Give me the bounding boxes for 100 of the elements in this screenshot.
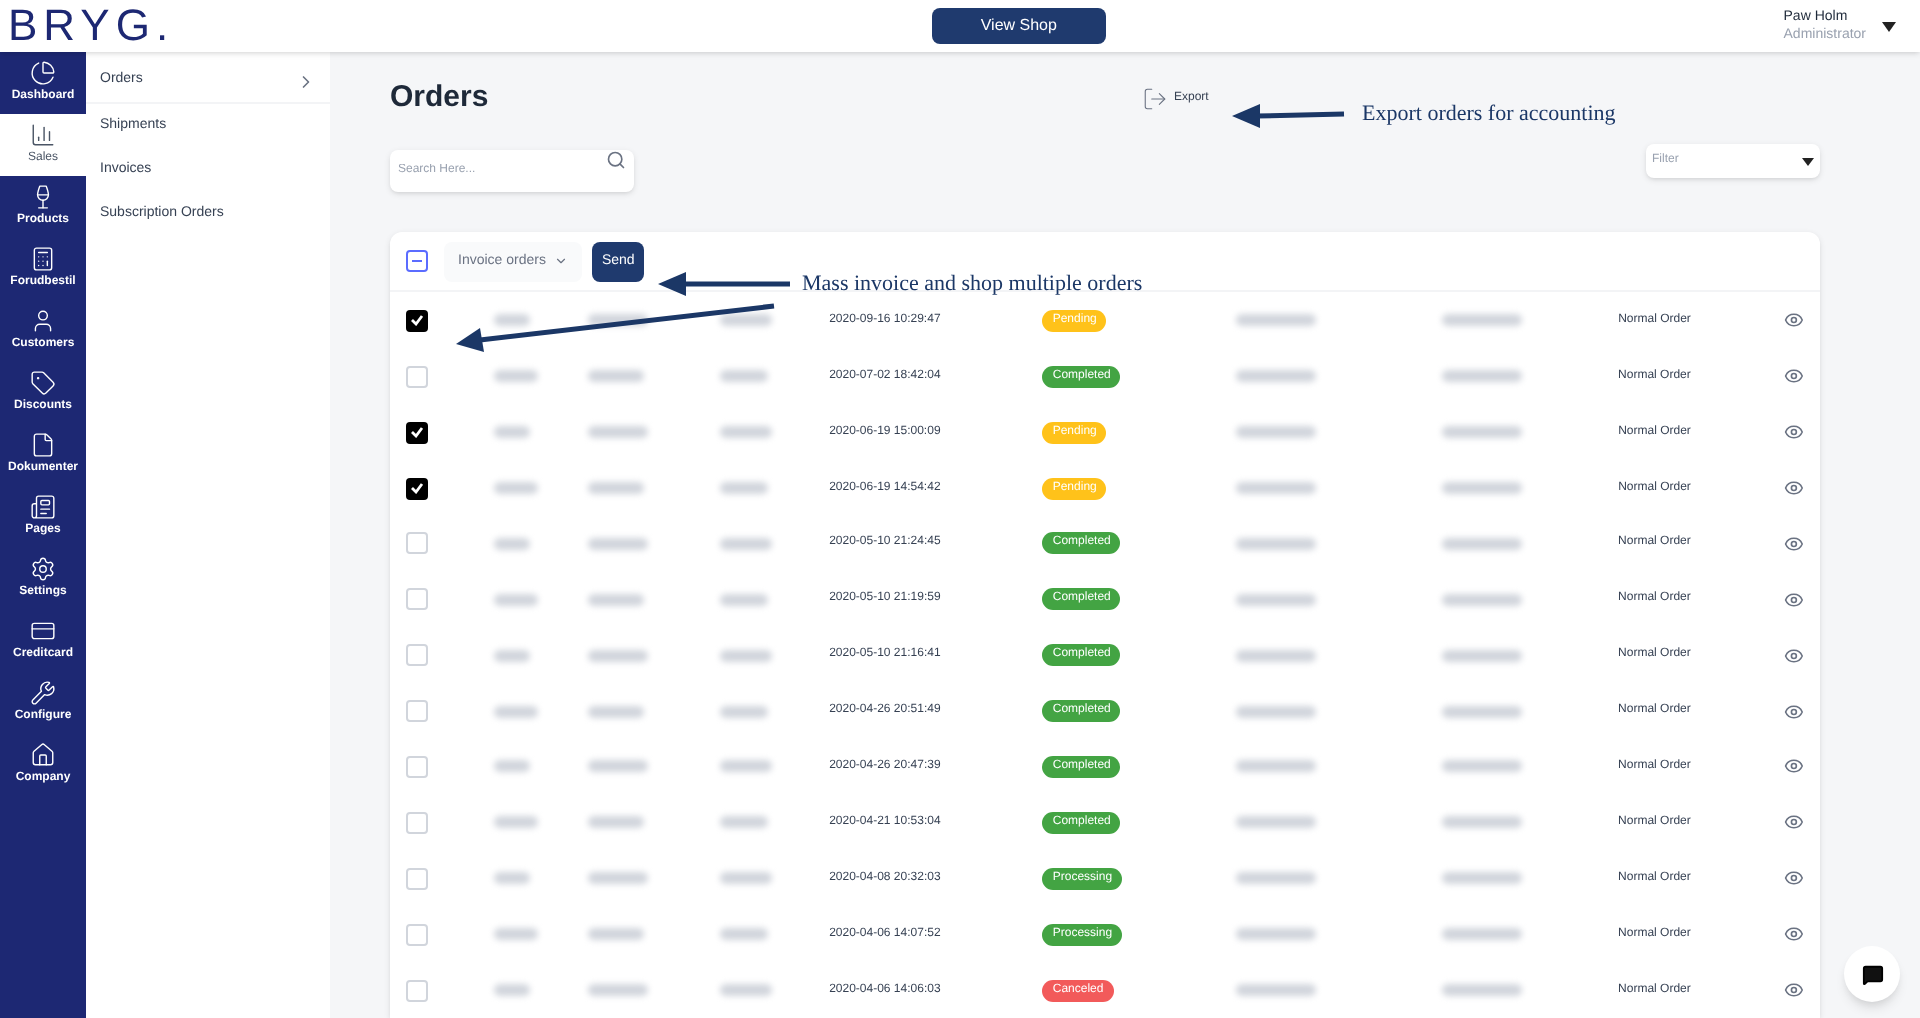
- blurred-text: [1236, 984, 1317, 997]
- row-checkbox[interactable]: [406, 811, 428, 834]
- blurred-text: [1442, 426, 1523, 439]
- blurred-text: [587, 593, 644, 606]
- blurred-text: [720, 928, 769, 941]
- wrench-icon: [30, 680, 56, 706]
- view-icon[interactable]: [1784, 533, 1804, 554]
- view-icon[interactable]: [1784, 645, 1804, 666]
- check-icon: [409, 426, 424, 439]
- blurred-text: [1442, 928, 1523, 941]
- annotation-text: Export orders for accounting: [1362, 100, 1616, 130]
- view-icon[interactable]: [1784, 924, 1804, 945]
- row-checkbox[interactable]: [406, 979, 428, 1002]
- blurred-text: [1236, 314, 1317, 327]
- blurred-text: [587, 872, 648, 885]
- blurred-text: [1442, 482, 1523, 495]
- view-icon[interactable]: [1784, 478, 1804, 499]
- blurred-text: [1442, 593, 1523, 606]
- blurred-text: [720, 537, 773, 550]
- tag-icon: [30, 370, 56, 396]
- annotation-arrow: [1232, 104, 1345, 128]
- row-checkbox[interactable]: [406, 421, 428, 444]
- annotation-text: Mass invoice and shop multiple orders: [802, 270, 1143, 300]
- blurred-text: [720, 872, 773, 885]
- blurred-text: [720, 705, 769, 718]
- blurred-text: [1236, 705, 1317, 718]
- blurred-text: [493, 537, 530, 550]
- blurred-text: [1236, 482, 1317, 495]
- blurred-text: [720, 816, 769, 829]
- row-checkbox[interactable]: [406, 309, 428, 332]
- blurred-text: [1236, 649, 1317, 662]
- blurred-text: [493, 593, 538, 606]
- blurred-text: [1442, 314, 1523, 327]
- blurred-text: [493, 705, 538, 718]
- view-icon[interactable]: [1784, 366, 1804, 387]
- blurred-text: [1442, 816, 1523, 829]
- blurred-text: [1236, 426, 1317, 439]
- row-checkbox[interactable]: [406, 532, 428, 555]
- calculator-icon: [30, 246, 56, 272]
- blurred-text: [493, 649, 530, 662]
- blurred-text: [493, 816, 538, 829]
- page-title: Orders: [390, 77, 491, 118]
- blurred-text: [587, 760, 648, 773]
- blurred-text: [493, 872, 530, 885]
- row-checkbox[interactable]: [406, 755, 428, 778]
- blurred-text: [1236, 593, 1317, 606]
- blurred-text: [587, 928, 644, 941]
- blurred-text: [493, 370, 538, 383]
- caret-icon: [1802, 157, 1814, 166]
- view-icon[interactable]: [1784, 589, 1804, 610]
- blurred-text: [1442, 537, 1523, 550]
- check-icon: [409, 482, 424, 495]
- row-checkbox[interactable]: [406, 700, 428, 723]
- settings-icon: [30, 556, 56, 582]
- home-icon: [30, 742, 56, 768]
- blurred-text: [493, 984, 530, 997]
- blurred-text: [1442, 872, 1523, 885]
- blurred-text: [1236, 928, 1317, 941]
- row-checkbox[interactable]: [406, 923, 428, 946]
- view-icon[interactable]: [1784, 701, 1804, 722]
- blurred-text: [720, 593, 769, 606]
- select-all-checkbox[interactable]: [406, 250, 428, 273]
- check-icon: [409, 314, 424, 327]
- search-icon: [606, 150, 626, 171]
- view-icon[interactable]: [1784, 756, 1804, 777]
- row-checkbox[interactable]: [406, 588, 428, 611]
- row-checkbox[interactable]: [406, 867, 428, 890]
- view-icon[interactable]: [1784, 812, 1804, 833]
- user-icon: [30, 308, 56, 334]
- blurred-text: [493, 760, 530, 773]
- view-shop-button[interactable]: View Shop: [931, 8, 1106, 44]
- blurred-text: [587, 816, 644, 829]
- blurred-text: [587, 705, 644, 718]
- blurred-text: [587, 537, 648, 550]
- blurred-text: [720, 370, 769, 383]
- chat-button[interactable]: [1844, 946, 1900, 1002]
- view-icon[interactable]: [1784, 980, 1804, 1001]
- row-checkbox[interactable]: [406, 644, 428, 667]
- blurred-text: [720, 482, 769, 495]
- blurred-text: [1236, 537, 1317, 550]
- document-icon: [30, 432, 56, 458]
- blurred-text: [1236, 760, 1317, 773]
- blurred-text: [587, 482, 644, 495]
- caret-icon[interactable]: [1882, 21, 1896, 31]
- view-icon[interactable]: [1784, 868, 1804, 889]
- logo[interactable]: BRYG.: [8, 4, 175, 48]
- blurred-text: [587, 649, 648, 662]
- blurred-text: [493, 928, 538, 941]
- row-checkbox[interactable]: [406, 365, 428, 388]
- blurred-text: [1442, 705, 1523, 718]
- pie-chart-icon: [30, 60, 56, 86]
- blurred-text: [587, 426, 648, 439]
- blurred-text: [720, 314, 773, 327]
- row-checkbox[interactable]: [406, 477, 428, 500]
- blurred-text: [1442, 760, 1523, 773]
- view-icon[interactable]: [1784, 422, 1804, 443]
- bar-chart-icon: [30, 122, 56, 148]
- export-icon: [1142, 85, 1168, 112]
- blurred-text: [493, 314, 529, 327]
- view-icon[interactable]: [1784, 310, 1804, 331]
